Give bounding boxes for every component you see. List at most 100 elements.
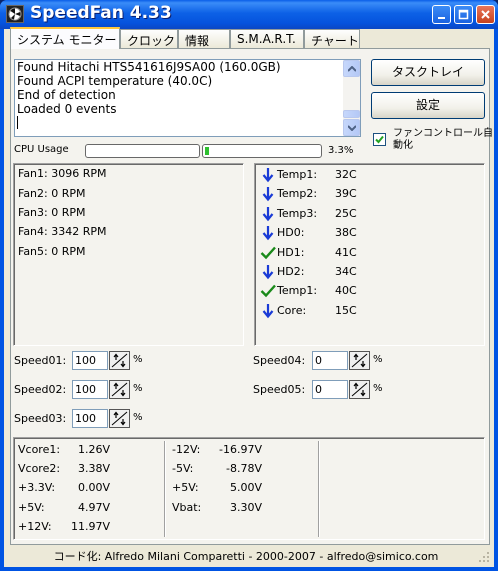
speed-label: Speed04: <box>253 354 306 367</box>
tab-info[interactable]: 情報 <box>178 29 230 48</box>
voltage-name: +3.3V: <box>18 481 56 495</box>
check-icon <box>260 245 276 261</box>
voltage-value: 0.00V <box>77 481 110 495</box>
voltage-name: Vbat: <box>172 500 202 514</box>
arrow-down-icon <box>260 225 276 241</box>
check-icon <box>260 283 276 299</box>
status-bar: コード化: Alfredo Milani Comparetti - 2000-2… <box>53 550 439 563</box>
percent-unit: % <box>133 412 143 423</box>
temperature-value: 38C <box>335 226 357 240</box>
voltage-name: Vcore2: <box>18 462 61 476</box>
temperature-name: HD0: <box>277 226 305 240</box>
arrow-down-icon <box>260 264 276 280</box>
speed-label: Speed02: <box>14 383 67 396</box>
voltage-name: +12V: <box>18 519 52 533</box>
speed-input[interactable]: 0 <box>312 351 348 370</box>
cpu-meter-history <box>85 144 200 158</box>
resize-grip-icon[interactable] <box>478 551 490 563</box>
cpu-usage-value: 3.3% <box>328 145 354 156</box>
speed-input[interactable]: 100 <box>72 351 108 370</box>
voltage-name: -12V: <box>172 443 201 456</box>
temperature-value: 34C <box>335 265 357 278</box>
voltage-value: 4.97V <box>77 500 110 514</box>
temperature-name: HD1: <box>277 245 305 259</box>
voltage-value: 1.26V <box>77 443 110 456</box>
maximize-button[interactable] <box>454 5 473 24</box>
tab-chart[interactable]: チャート <box>304 29 360 48</box>
log-line: End of detection <box>17 88 116 102</box>
temperature-value: 15C <box>335 303 357 317</box>
temperature-name: Temp2: <box>277 187 318 201</box>
minimize-button[interactable] <box>432 5 451 24</box>
percent-unit: % <box>373 354 383 365</box>
voltage-value: 11.97V <box>70 519 110 533</box>
voltage-value: 5.00V <box>229 481 262 495</box>
speed-spinner[interactable] <box>109 351 130 370</box>
voltage-value: -8.78V <box>226 462 262 476</box>
cpu-usage-fill <box>205 147 209 155</box>
fan-reading: Fan3: 0 RPM <box>18 206 86 219</box>
log-line: Loaded 0 events <box>17 102 117 116</box>
auto-fan-label: ファンコントロール自動化 <box>393 128 493 151</box>
log-scrollbar[interactable] <box>343 60 360 136</box>
settings-button[interactable]: 設定 <box>371 92 485 119</box>
fan-reading: Fan4: 3342 RPM <box>18 225 107 238</box>
log-line: Found Hitachi HTS541616J9SA00 (160.0GB) <box>17 60 281 74</box>
temperature-value: 41C <box>335 245 357 259</box>
auto-fan-checkbox[interactable] <box>373 133 386 146</box>
voltage-divider <box>318 441 319 537</box>
arrow-down-icon <box>260 186 276 202</box>
fan-app-icon <box>6 5 24 23</box>
window-title: SpeedFan 4.33 <box>30 3 172 23</box>
temperature-name: Temp1: <box>277 284 318 298</box>
temperature-name: HD2: <box>277 265 305 278</box>
speed-input[interactable]: 0 <box>312 380 348 399</box>
cpu-usage-label: CPU Usage <box>14 144 69 155</box>
log-line: Found ACPI temperature (40.0C) <box>17 74 213 88</box>
speed-spinner[interactable] <box>109 380 130 399</box>
percent-unit: % <box>133 354 143 365</box>
minimize-to-tray-button[interactable]: タスクトレイ <box>371 59 485 86</box>
percent-unit: % <box>133 383 143 394</box>
voltage-value: 3.38V <box>77 462 110 476</box>
arrow-down-icon <box>260 167 276 183</box>
voltage-divider <box>164 441 165 537</box>
speed-label: Speed03: <box>14 412 67 425</box>
title-bar[interactable]: SpeedFan 4.33 <box>0 0 498 29</box>
close-button[interactable] <box>476 5 495 24</box>
temperature-name: Core: <box>277 303 307 317</box>
speed-spinner[interactable] <box>349 380 370 399</box>
text-caret <box>17 116 360 130</box>
voltage-value: 3.30V <box>229 500 262 514</box>
temperature-name: Temp3: <box>277 206 318 220</box>
arrow-down-icon <box>260 303 276 319</box>
fan-reading: Fan5: 0 RPM <box>18 245 86 258</box>
temperature-name: Temp1: <box>277 168 318 181</box>
speed-label: Speed01: <box>14 354 67 367</box>
temperature-value: 32C <box>335 168 357 181</box>
tab-smart[interactable]: S.M.A.R.T. <box>230 29 304 48</box>
fan-reading: Fan1: 3096 RPM <box>18 167 107 180</box>
scroll-up-button[interactable] <box>343 60 360 77</box>
voltage-name: Vcore1: <box>18 443 61 456</box>
scroll-down-button[interactable] <box>343 119 360 136</box>
voltage-name: +5V: <box>172 481 199 495</box>
speed-input[interactable]: 100 <box>72 409 108 428</box>
temperature-value: 25C <box>335 206 357 220</box>
scroll-thumb[interactable] <box>343 110 360 118</box>
cpu-usage-meter <box>202 144 322 158</box>
voltage-value: -16.97V <box>219 443 262 456</box>
event-log[interactable]: Found Hitachi HTS541616J9SA00 (160.0GB) … <box>14 59 361 137</box>
speed-spinner[interactable] <box>349 351 370 370</box>
speed-spinner[interactable] <box>109 409 130 428</box>
percent-unit: % <box>373 383 383 394</box>
voltage-name: -5V: <box>172 462 194 476</box>
voltage-name: +5V: <box>18 500 45 514</box>
speed-input[interactable]: 100 <box>72 380 108 399</box>
tab-clock[interactable]: クロック <box>120 29 178 48</box>
temperature-value: 39C <box>335 187 357 201</box>
fan-reading: Fan2: 0 RPM <box>18 187 86 200</box>
temperature-value: 40C <box>335 284 357 298</box>
speed-label: Speed05: <box>253 383 306 396</box>
tab-system-monitor[interactable]: システム モニター <box>10 27 120 49</box>
